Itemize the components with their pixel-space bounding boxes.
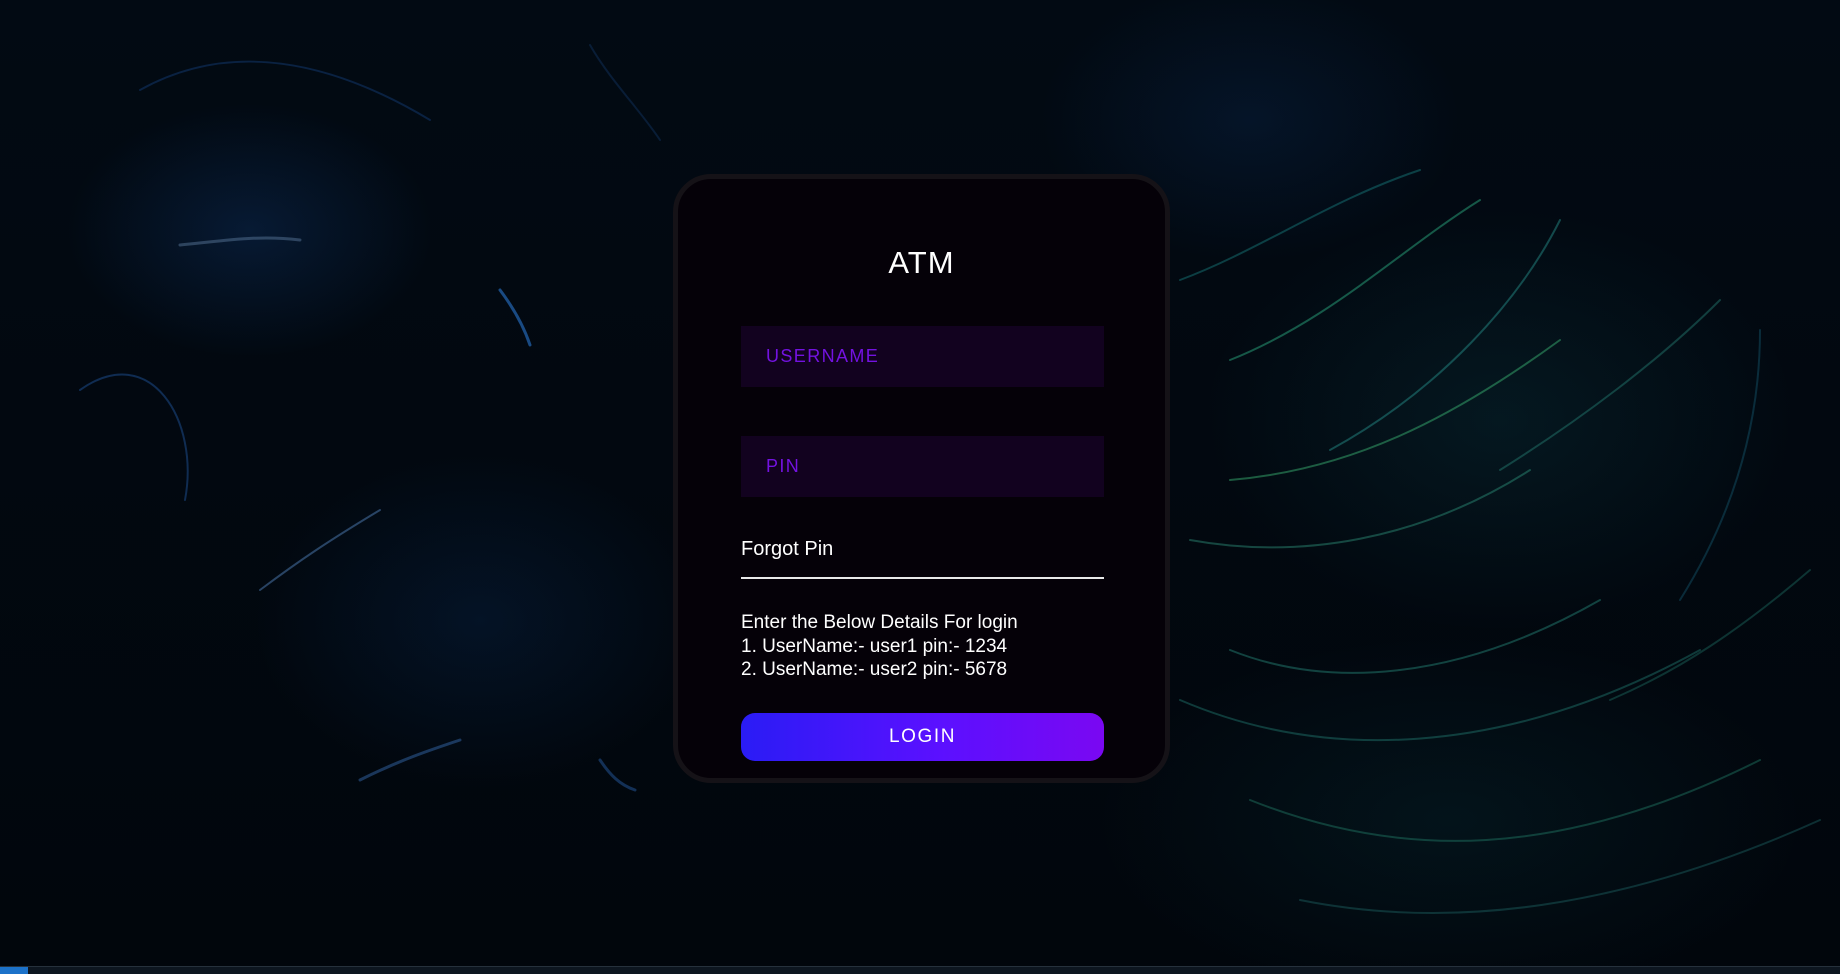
login-card: ATM Forgot Pin Enter the Below Details F… <box>673 174 1170 783</box>
instructions-heading: Enter the Below Details For login <box>741 612 1018 633</box>
pin-input[interactable] <box>741 436 1104 497</box>
page-background: ATM Forgot Pin Enter the Below Details F… <box>0 0 1840 974</box>
forgot-pin-link[interactable]: Forgot Pin <box>741 538 1104 579</box>
start-button[interactable] <box>0 967 28 974</box>
instructions-user2: 2. UserName:- user2 pin:- 5678 <box>741 659 1008 680</box>
username-input[interactable] <box>741 326 1104 387</box>
taskbar <box>0 966 1840 974</box>
instructions-user1: 1. UserName:- user1 pin:- 1234 <box>741 635 1008 657</box>
login-instructions: Enter the Below Details For login 1. Use… <box>741 611 1018 682</box>
login-button[interactable]: LOGIN <box>741 713 1104 761</box>
page-title: ATM <box>888 245 955 280</box>
